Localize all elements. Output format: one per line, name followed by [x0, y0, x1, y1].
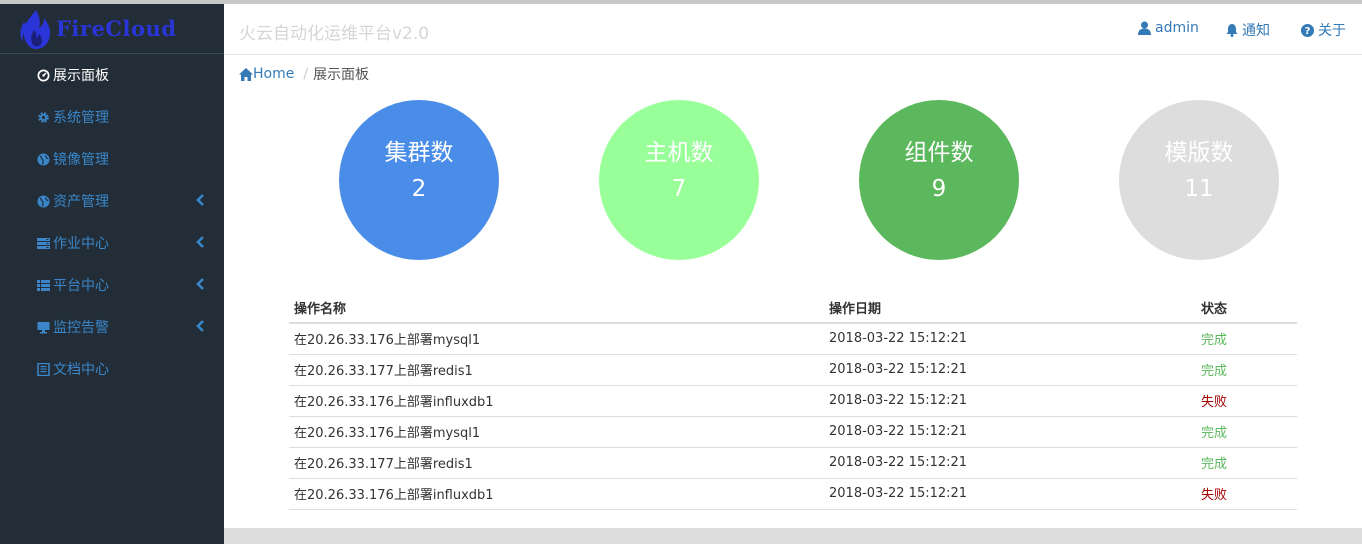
gear-icon [36, 110, 50, 124]
operation-name-cell: 在20.26.33.176上部署influxdb1 [289, 385, 824, 417]
operation-name-cell: 在20.26.33.176上部署mysql1 [289, 416, 824, 448]
operation-date-cell: 2018-03-22 15:12:21 [824, 323, 1196, 355]
about-link[interactable]: ? 关于 [1301, 20, 1346, 40]
sidebar-item-2[interactable]: 镜像管理 [0, 138, 224, 180]
table-header-row: 操作名称 操作日期 状态 [289, 292, 1297, 324]
list-icon [36, 278, 50, 292]
stat-value: 11 [1184, 176, 1214, 202]
sidebar-item-label: 作业中心 [53, 236, 109, 252]
server-icon [36, 236, 50, 250]
column-header-operation-date: 操作日期 [824, 292, 1196, 324]
globe-icon [36, 152, 50, 166]
chevron-left-icon [195, 278, 207, 292]
table-row: 在20.26.33.176上部署mysql1 2018-03-22 15:12:2… [289, 323, 1297, 355]
status-cell: 完成 [1196, 447, 1297, 479]
breadcrumb: Home / 展示面板 [239, 64, 369, 84]
dashboard-icon [36, 68, 50, 82]
footer-bar [224, 528, 1362, 544]
stat-value: 2 [411, 176, 427, 202]
user-icon [1138, 21, 1151, 35]
notification-link[interactable]: 通知 [1226, 20, 1270, 40]
header: 火云自动化运维平台v2.0 admin 通知 ? 关于 [224, 4, 1362, 55]
status-cell: 完成 [1196, 416, 1297, 448]
stat-host-count: 主机数 7 [599, 100, 759, 260]
stat-label: 组件数 [904, 140, 974, 166]
sidebar-item-label: 监控告警 [53, 320, 109, 336]
sidebar-nav: 展示面板系统管理镜像管理资产管理作业中心平台中心监控告警文档中心 [0, 54, 224, 390]
operation-date-cell: 2018-03-22 15:12:21 [824, 478, 1196, 510]
operation-name-cell: 在20.26.33.176上部署mysql1 [289, 323, 824, 355]
book-icon [36, 362, 50, 376]
notification-label: 通知 [1242, 23, 1270, 39]
operation-date-cell: 2018-03-22 15:12:21 [824, 354, 1196, 386]
table-row: 在20.26.33.176上部署influxdb1 2018-03-22 15:1… [289, 385, 1297, 417]
table-row: 在20.26.33.176上部署influxdb1 2018-03-22 15:1… [289, 478, 1297, 510]
sidebar-item-6[interactable]: 监控告警 [0, 306, 224, 348]
svg-text:?: ? [1305, 26, 1311, 37]
admin-menu-link[interactable]: admin [1138, 20, 1199, 36]
sidebar-item-label: 镜像管理 [53, 152, 109, 168]
sidebar: FireCloud 展示面板系统管理镜像管理资产管理作业中心平台中心监控告警文档… [0, 4, 224, 544]
sidebar-item-label: 资产管理 [53, 194, 109, 210]
sidebar-item-label: 展示面板 [53, 68, 109, 84]
admin-label: admin [1155, 20, 1199, 36]
stat-cluster-count: 集群数 2 [339, 100, 499, 260]
stat-label: 模版数 [1164, 140, 1234, 166]
column-header-status: 状态 [1196, 292, 1297, 324]
app-title: 火云自动化运维平台v2.0 [239, 24, 430, 44]
column-header-operation-name: 操作名称 [289, 292, 824, 324]
stat-value: 9 [931, 176, 947, 202]
breadcrumb-home-link[interactable]: Home [239, 66, 294, 82]
table-body: 在20.26.33.176上部署mysql1 2018-03-22 15:12:2… [289, 323, 1297, 510]
operations-table: 操作名称 操作日期 状态 在20.26.33.176上部署mysql1 2018-… [289, 292, 1297, 510]
about-label: 关于 [1318, 23, 1346, 39]
home-icon [239, 67, 253, 81]
question-circle-icon: ? [1301, 23, 1314, 37]
status-cell: 完成 [1196, 323, 1297, 355]
operation-name-cell: 在20.26.33.177上部署redis1 [289, 447, 824, 479]
brand-name: FireCloud [56, 16, 177, 41]
sidebar-item-3[interactable]: 资产管理 [0, 180, 224, 222]
operation-date-cell: 2018-03-22 15:12:21 [824, 447, 1196, 479]
status-cell: 失败 [1196, 385, 1297, 417]
sidebar-item-4[interactable]: 作业中心 [0, 222, 224, 264]
table-row: 在20.26.33.177上部署redis1 2018-03-22 15:12:2… [289, 354, 1297, 386]
stat-component-count: 组件数 9 [859, 100, 1019, 260]
bell-icon [1226, 24, 1238, 37]
stat-template-count: 模版数 11 [1119, 100, 1279, 260]
sidebar-item-7[interactable]: 文档中心 [0, 348, 224, 390]
chevron-left-icon [195, 236, 207, 250]
status-cell: 完成 [1196, 354, 1297, 386]
chevron-left-icon [195, 194, 207, 208]
breadcrumb-home-label: Home [253, 66, 295, 82]
flame-logo-icon [18, 8, 54, 50]
operation-date-cell: 2018-03-22 15:12:21 [824, 385, 1196, 417]
brand-logo[interactable]: FireCloud [0, 4, 224, 54]
sidebar-item-label: 平台中心 [53, 278, 109, 294]
chevron-left-icon [195, 320, 207, 334]
sidebar-item-1[interactable]: 系统管理 [0, 96, 224, 138]
breadcrumb-separator: / [303, 66, 309, 82]
operation-name-cell: 在20.26.33.177上部署redis1 [289, 354, 824, 386]
sidebar-item-0[interactable]: 展示面板 [0, 54, 224, 96]
stat-value: 7 [671, 176, 687, 202]
table-row: 在20.26.33.177上部署redis1 2018-03-22 15:12:2… [289, 447, 1297, 479]
sidebar-item-label: 系统管理 [53, 110, 109, 126]
sidebar-item-5[interactable]: 平台中心 [0, 264, 224, 306]
operation-name-cell: 在20.26.33.176上部署influxdb1 [289, 478, 824, 510]
breadcrumb-current: 展示面板 [313, 67, 370, 83]
table-row: 在20.26.33.176上部署mysql1 2018-03-22 15:12:2… [289, 416, 1297, 448]
stat-label: 集群数 [384, 140, 454, 166]
globe-icon [36, 194, 50, 208]
status-cell: 失败 [1196, 478, 1297, 510]
sidebar-item-label: 文档中心 [53, 362, 109, 378]
operation-date-cell: 2018-03-22 15:12:21 [824, 416, 1196, 448]
stat-label: 主机数 [644, 140, 714, 166]
monitor-icon [36, 320, 50, 334]
